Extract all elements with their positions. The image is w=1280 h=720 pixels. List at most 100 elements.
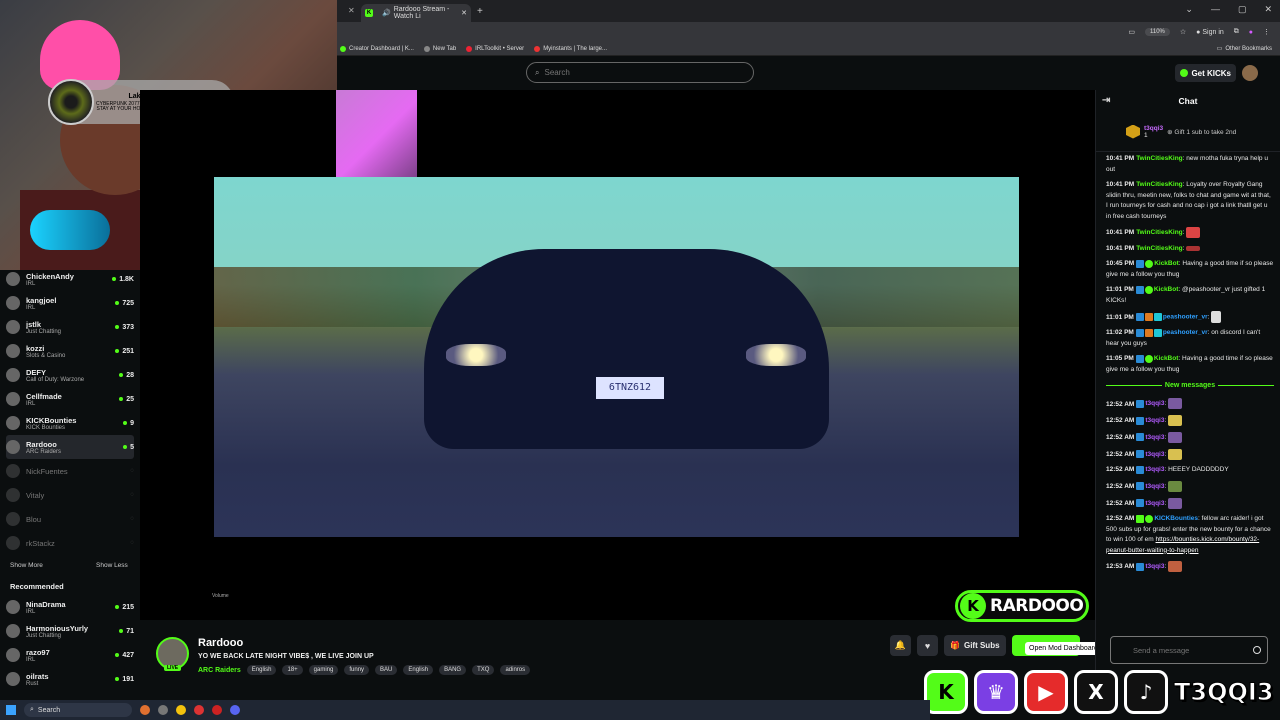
username[interactable]: TwinCitiesKing — [1136, 229, 1182, 236]
tag[interactable]: funny — [344, 665, 370, 675]
gift-to-rank-text[interactable]: ⊕ Gift 1 sub to take 2nd — [1167, 128, 1236, 136]
tag[interactable]: English — [403, 665, 434, 675]
bookmark-creator-dashboard[interactable]: Creator Dashboard | K... — [340, 45, 414, 52]
chat-input-box[interactable] — [1110, 636, 1268, 664]
recommended-item[interactable]: HarmoniousYurly Just Chatting 71 — [6, 619, 134, 643]
channel-name: rkStackz — [26, 538, 55, 548]
extensions-icon[interactable]: ⧉ — [1234, 28, 1239, 36]
tag[interactable]: 18+ — [282, 665, 303, 675]
collapse-chat-icon[interactable]: ⇥ — [1102, 95, 1110, 106]
user-avatar[interactable] — [1242, 65, 1258, 81]
username[interactable]: KICKBounties — [1154, 515, 1198, 522]
emoji-picker-icon[interactable] — [1253, 646, 1261, 654]
opera-app-icon[interactable] — [194, 705, 204, 715]
tab-search-icon[interactable]: ⌄ — [1185, 4, 1193, 15]
channel-name: DEFY — [26, 367, 47, 377]
gift-subs-button[interactable]: 🎁 Gift Subs — [944, 635, 1006, 656]
taskbar-search[interactable]: ⌕ Search — [24, 703, 132, 717]
volume-label[interactable]: Volume — [212, 593, 229, 599]
streamer-name[interactable]: Rardooo — [198, 637, 243, 649]
tag[interactable]: BANG — [439, 665, 467, 675]
bookmark-star-icon[interactable]: ☆ — [1180, 28, 1186, 36]
settings-app-icon[interactable] — [158, 705, 168, 715]
notification-bell-button[interactable]: 🔔 — [890, 635, 911, 656]
username[interactable]: peashooter_vr — [1163, 314, 1208, 321]
minimize-button[interactable]: — — [1211, 4, 1220, 15]
recommended-item[interactable]: razo97 IRL 427 — [6, 643, 134, 667]
channel-item[interactable]: DEFY Call of Duty: Warzone 28 — [6, 363, 134, 387]
username[interactable]: t3qqi3 — [1145, 466, 1164, 473]
get-kicks-button[interactable]: Get KICKs — [1175, 64, 1236, 82]
channel-item[interactable]: jstlk Just Chatting 373 — [6, 315, 134, 339]
show-less-button[interactable]: Show Less — [96, 562, 128, 569]
browser-tab-active[interactable]: K 🔊 Rardooo Stream - Watch Li ✕ — [361, 4, 471, 22]
menu-icon[interactable]: ⋮ — [1263, 28, 1270, 36]
emote-icon — [1168, 431, 1183, 443]
channel-item[interactable]: kangjoel IRL 725 — [6, 291, 134, 315]
search-input[interactable] — [544, 68, 735, 77]
maximize-button[interactable]: ▢ — [1238, 4, 1247, 15]
username[interactable]: t3qqi3 — [1145, 483, 1164, 490]
username[interactable]: KickBot — [1154, 286, 1179, 293]
tab-close-icon[interactable]: ✕ — [461, 9, 467, 17]
emote-icon — [1168, 561, 1183, 573]
video-player[interactable]: 6TNZ612 Volume — [140, 90, 1095, 620]
live-dot-icon — [119, 397, 124, 401]
profile-icon[interactable]: ● — [1249, 29, 1253, 36]
channel-item[interactable]: kozzi Slots & Casino 251 — [6, 339, 134, 363]
windows-start-icon[interactable] — [6, 705, 16, 715]
channel-item[interactable]: Cellfmade IRL 25 — [6, 387, 134, 411]
show-more-button[interactable]: Show More — [10, 562, 43, 569]
username[interactable]: t3qqi3 — [1145, 563, 1164, 570]
screen-cast-icon[interactable]: ▭ — [1128, 28, 1135, 36]
recommended-item[interactable]: NinaDrama IRL 215 — [6, 595, 134, 619]
recommended-item[interactable]: oilrats Rust 191 — [6, 667, 134, 691]
username[interactable]: t3qqi3 — [1145, 500, 1164, 507]
bookmark-myinstants[interactable]: Myinstants | The large... — [534, 45, 607, 52]
tag[interactable]: BAU — [375, 665, 398, 675]
chat-message-input[interactable] — [1133, 645, 1243, 655]
viewer-count: 28 — [126, 371, 134, 379]
other-bookmarks[interactable]: ▭ Other Bookmarks — [1217, 45, 1272, 53]
favorite-button[interactable]: ♥ — [917, 635, 938, 656]
channel-item-offline[interactable]: Vitaly ◌ — [6, 483, 134, 507]
sign-in-button[interactable]: ● Sign in — [1196, 29, 1224, 36]
channel-item[interactable]: KICKBounties KICK Bounties 9 — [6, 411, 134, 435]
username[interactable]: KickBot — [1154, 260, 1179, 267]
username[interactable]: t3qqi3 — [1145, 451, 1164, 458]
username[interactable]: t3qqi3 — [1145, 401, 1164, 408]
username[interactable]: t3qqi3 — [1145, 417, 1164, 424]
tag[interactable]: English — [246, 665, 277, 675]
tag[interactable]: TXQ — [472, 665, 495, 675]
tag[interactable]: adinros — [500, 665, 531, 675]
username[interactable]: KickBot — [1154, 355, 1179, 362]
new-tab-button[interactable]: + — [477, 6, 483, 17]
channel-item-active[interactable]: Rardooo ARC Raiders 5 — [6, 435, 134, 459]
username[interactable]: TwinCitiesKing — [1136, 181, 1182, 188]
channel-item-offline[interactable]: NickFuentes ◌ — [6, 459, 134, 483]
username[interactable]: TwinCitiesKing — [1136, 245, 1182, 252]
discord-app-icon[interactable] — [230, 705, 240, 715]
bookmark-irltoolkit[interactable]: IRLToolkit • Server — [466, 45, 524, 52]
bookmark-new-tab[interactable]: New Tab — [423, 45, 456, 52]
top-gifter-name[interactable]: t3qqi3 — [1144, 125, 1163, 132]
zoom-level[interactable]: 110% — [1144, 28, 1170, 36]
username[interactable]: t3qqi3 — [1145, 434, 1164, 441]
emote-icon — [1168, 448, 1183, 460]
channel-item-offline[interactable]: Blou ◌ — [6, 507, 134, 531]
tag[interactable]: gaming — [308, 665, 339, 675]
username[interactable]: TwinCitiesKing — [1136, 155, 1182, 162]
username[interactable]: peashooter_vr — [1163, 329, 1208, 336]
emote-icon — [1186, 227, 1201, 238]
window-controls: ⌄ — ▢ ✕ — [1185, 4, 1272, 15]
category-link[interactable]: ARC Raiders — [198, 667, 241, 674]
chat-message: 10:45 PM KickBot: Having a good time if s… — [1106, 259, 1274, 278]
app-icon[interactable] — [212, 705, 222, 715]
close-window-button[interactable]: ✕ — [1264, 4, 1272, 15]
close-prev-tab-icon[interactable]: ✕ — [348, 6, 355, 15]
channel-item[interactable]: ChickenAndy IRL 1.8K — [6, 267, 134, 291]
brave-app-icon[interactable] — [140, 705, 150, 715]
search-box[interactable]: ⌕ — [526, 62, 754, 83]
chrome-app-icon[interactable] — [176, 705, 186, 715]
channel-item-offline[interactable]: rkStackz ◌ — [6, 531, 134, 555]
